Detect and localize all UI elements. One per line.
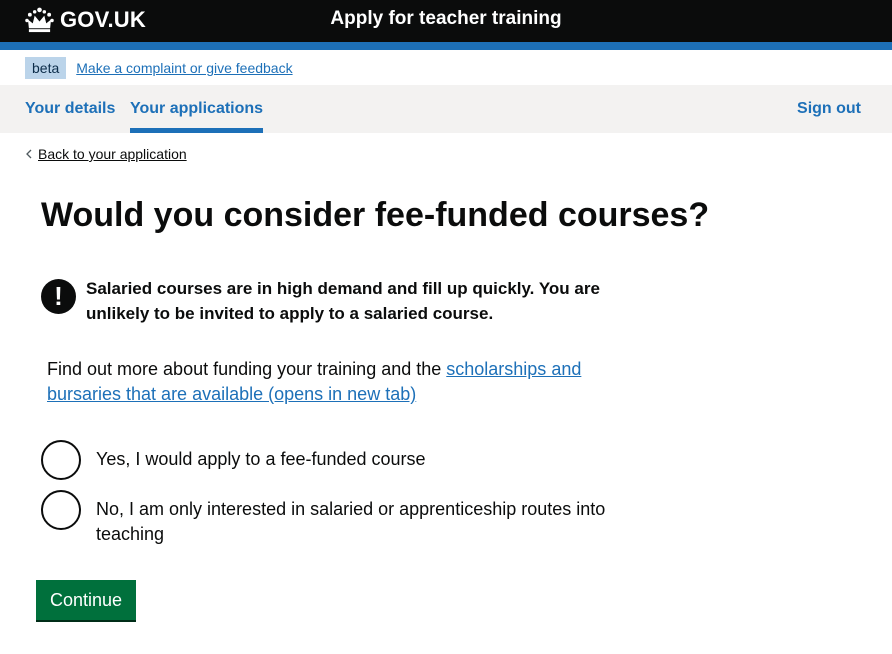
nav-item-your-details[interactable]: Your details: [25, 100, 115, 118]
site-header: GOV.UK Apply for teacher training: [0, 0, 892, 42]
feedback-link[interactable]: Make a complaint or give feedback: [76, 60, 292, 76]
radio-option-yes[interactable]: Yes, I would apply to a fee-funded cours…: [41, 440, 636, 480]
service-name-link[interactable]: Apply for teacher training: [0, 8, 892, 30]
nav-item-your-applications[interactable]: Your applications: [130, 100, 264, 133]
primary-navigation: Your details Your applications Sign out: [0, 85, 892, 133]
radio-label-yes[interactable]: Yes, I would apply to a fee-funded cours…: [96, 440, 636, 472]
radio-option-no[interactable]: No, I am only interested in salaried or …: [41, 490, 636, 547]
phase-tag: beta: [25, 57, 67, 79]
sign-out-link[interactable]: Sign out: [797, 100, 861, 118]
radio-input-yes[interactable]: [41, 440, 81, 480]
continue-button[interactable]: Continue: [36, 580, 136, 620]
warning-message: Salaried courses are in high demand and …: [86, 279, 600, 323]
back-link-label: Back to your application: [38, 146, 187, 162]
phase-banner: beta Make a complaint or give feedback: [25, 57, 293, 79]
funding-info-paragraph: Find out more about funding your trainin…: [47, 357, 627, 407]
chevron-left-icon: [26, 149, 32, 159]
page-title: Would you consider fee-funded courses?: [41, 196, 710, 234]
back-link[interactable]: Back to your application: [25, 146, 187, 162]
radio-label-no[interactable]: No, I am only interested in salaried or …: [96, 490, 636, 547]
warning-icon: !: [41, 279, 76, 314]
header-stripe: [0, 42, 892, 50]
funding-info-text: Find out more about funding your trainin…: [47, 359, 447, 379]
radio-input-no[interactable]: [41, 490, 81, 530]
